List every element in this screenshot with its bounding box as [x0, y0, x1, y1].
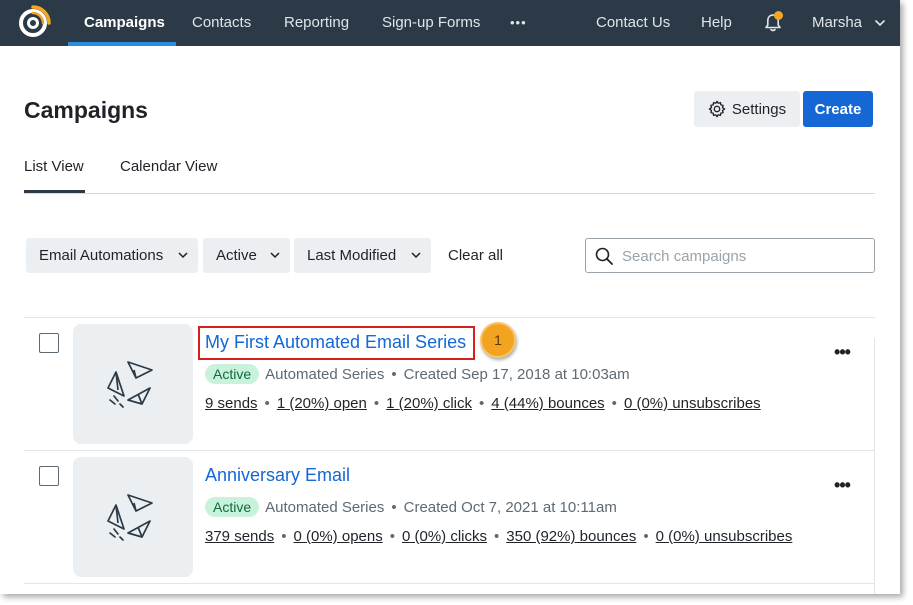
search-icon [595, 247, 613, 265]
type-filter-value: Email Automations [39, 247, 164, 264]
stat-sends-link[interactable]: 379 sends [205, 528, 274, 545]
paper-planes-icon [107, 361, 153, 408]
campaign-list: My First Automated Email Series 1 Active… [24, 317, 875, 594]
highlight-box [198, 326, 475, 360]
nav-contacts[interactable]: Contacts [192, 0, 251, 46]
sort-dropdown[interactable]: Last Modified [294, 238, 431, 273]
stat-clicks-link[interactable]: 0 (0%) clicks [402, 528, 487, 545]
search-box[interactable] [585, 238, 875, 273]
campaign-thumbnail [73, 324, 193, 444]
status-badge: Active [205, 364, 260, 384]
create-button[interactable]: Create [803, 91, 873, 127]
chevron-down-icon [270, 252, 280, 259]
nav-campaigns[interactable]: Campaigns [84, 0, 165, 46]
campaign-row: Anniversary Email Active Automated Serie… [24, 451, 875, 584]
nav-signup-forms[interactable]: Sign-up Forms [382, 0, 480, 46]
constant-contact-logo-icon[interactable] [15, 5, 51, 41]
tabs-divider [24, 193, 875, 194]
nav-more-menu[interactable]: ••• [510, 0, 527, 46]
campaign-thumbnail [73, 457, 193, 577]
more-actions-icon[interactable]: ••• [832, 342, 852, 362]
campaign-row: My First Automated Email Series 1 Active… [24, 318, 875, 451]
tab-calendar-view[interactable]: Calendar View [120, 158, 217, 175]
stat-bounces-link[interactable]: 350 (92%) bounces [506, 528, 636, 545]
separator-dot: • [643, 528, 649, 545]
stat-unsubscribes-link[interactable]: 0 (0%) unsubscribes [656, 528, 793, 545]
campaign-name-link[interactable]: Anniversary Email [205, 465, 350, 486]
campaign-created: Created Sep 17, 2018 at 10:03am [403, 365, 630, 383]
nav-active-indicator [68, 42, 176, 46]
separator-dot: • [389, 528, 395, 545]
campaign-kind: Automated Series [265, 498, 385, 516]
notification-dot [774, 11, 783, 20]
stat-opens-link[interactable]: 1 (20%) open [277, 395, 367, 412]
page-title: Campaigns [24, 97, 148, 123]
stat-sends-link[interactable]: 9 sends [205, 395, 258, 412]
settings-button[interactable]: Settings [694, 91, 800, 127]
sort-value: Last Modified [307, 247, 397, 264]
clear-all-link[interactable]: Clear all [448, 247, 503, 264]
stat-unsubscribes-link[interactable]: 0 (0%) unsubscribes [624, 395, 761, 412]
campaign-created: Created Oct 7, 2021 at 10:11am [403, 498, 617, 516]
search-input[interactable] [622, 245, 862, 267]
campaign-stats: 9 sends • 1 (20%) open • 1 (20%) click •… [205, 395, 761, 412]
stat-opens-link[interactable]: 0 (0%) opens [294, 528, 383, 545]
separator-dot: • [494, 528, 500, 545]
status-badge: Active [205, 497, 260, 517]
paper-planes-icon [107, 494, 153, 541]
campaign-kind: Automated Series [265, 365, 385, 383]
nav-contact-us[interactable]: Contact Us [596, 0, 670, 46]
separator-dot: • [391, 365, 397, 383]
stat-bounces-link[interactable]: 4 (44%) bounces [491, 395, 604, 412]
chevron-down-icon [178, 252, 188, 259]
gear-icon [708, 100, 726, 118]
active-tab-indicator [24, 190, 85, 193]
separator-dot: • [479, 395, 485, 412]
user-menu[interactable]: Marsha [812, 0, 862, 46]
status-filter-value: Active [216, 247, 257, 264]
nav-reporting[interactable]: Reporting [284, 0, 349, 46]
chevron-down-icon[interactable] [874, 18, 886, 28]
separator-dot: • [611, 395, 617, 412]
separator-dot: • [281, 528, 287, 545]
stat-clicks-link[interactable]: 1 (20%) click [386, 395, 472, 412]
nav-help[interactable]: Help [701, 0, 732, 46]
tab-list-view[interactable]: List View [24, 158, 84, 175]
list-right-border [874, 338, 875, 594]
campaign-stats: 379 sends • 0 (0%) opens • 0 (0%) clicks… [205, 528, 792, 545]
row-checkbox[interactable] [39, 466, 59, 486]
step-callout-badge: 1 [480, 322, 516, 358]
separator-dot: • [391, 498, 397, 516]
campaign-meta: Active Automated Series • Created Sep 17… [205, 364, 630, 384]
app-window: Campaigns Contacts Reporting Sign-up For… [0, 0, 900, 594]
top-nav: Campaigns Contacts Reporting Sign-up For… [0, 0, 900, 46]
settings-label: Settings [731, 100, 787, 118]
more-actions-icon[interactable]: ••• [832, 475, 852, 495]
status-filter-dropdown[interactable]: Active [203, 238, 290, 273]
chevron-down-icon [411, 252, 421, 259]
separator-dot: • [373, 395, 380, 412]
separator-dot: • [264, 395, 270, 412]
campaign-meta: Active Automated Series • Created Oct 7,… [205, 497, 617, 517]
row-checkbox[interactable] [39, 333, 59, 353]
type-filter-dropdown[interactable]: Email Automations [26, 238, 198, 273]
